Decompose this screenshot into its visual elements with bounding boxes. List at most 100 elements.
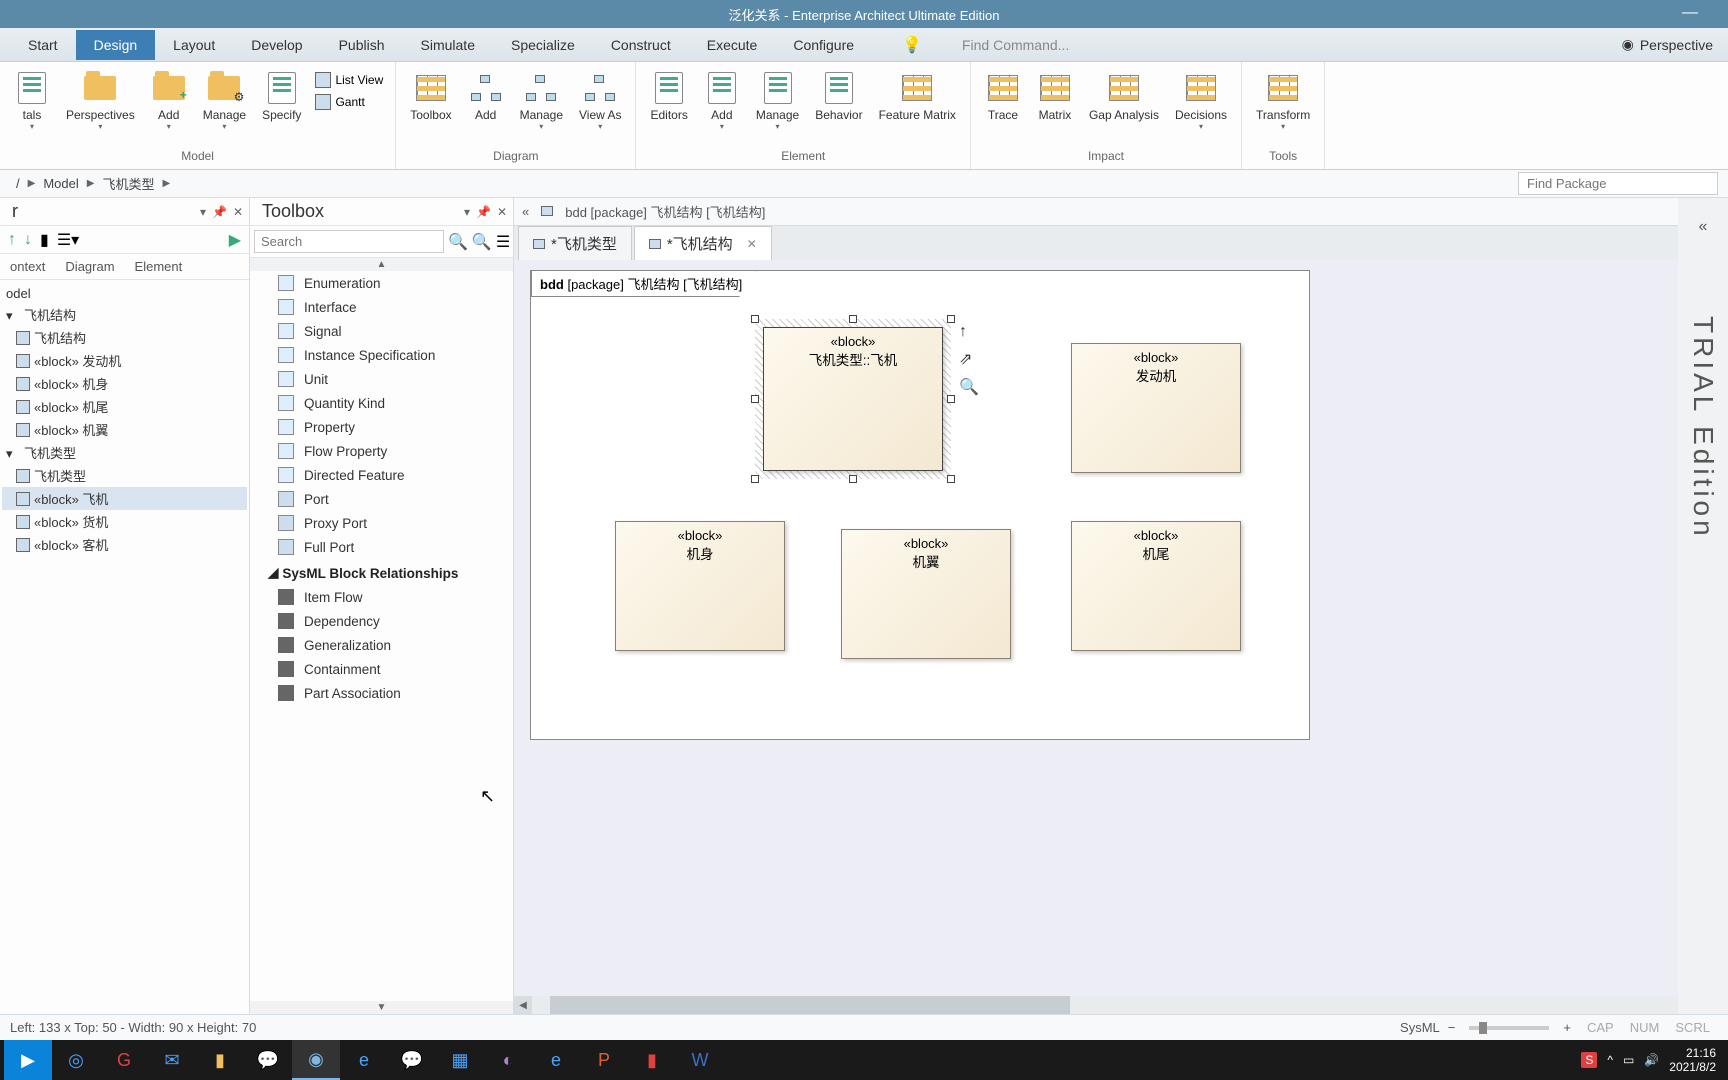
tree-item[interactable]: «block» 机身 <box>2 372 247 395</box>
taskbar-pdf[interactable]: ▮ <box>628 1040 676 1080</box>
ribbon-diagram-manage[interactable]: Manage▾ <box>512 66 571 135</box>
menu-execute[interactable]: Execute <box>689 30 776 60</box>
ribbon-element-manage[interactable]: Manage▾ <box>748 66 807 135</box>
toolbox-item[interactable]: Port <box>250 487 513 511</box>
dropdown-icon[interactable]: ▾ <box>464 205 470 219</box>
ribbon-specify[interactable]: Specify <box>254 66 309 126</box>
taskbar-explorer[interactable]: ▮ <box>196 1040 244 1080</box>
toolbox-item[interactable]: Dependency <box>250 609 513 633</box>
down-arrow-icon[interactable]: ↓ <box>24 231 32 249</box>
breadcrumb-seg-1[interactable]: Model <box>37 176 84 191</box>
toolbox-item[interactable]: Containment <box>250 657 513 681</box>
horizontal-scrollbar[interactable]: ◀ <box>514 996 1710 1014</box>
block-wing[interactable]: «block» 机翼 <box>841 529 1011 659</box>
ribbon-editors[interactable]: Editors <box>642 66 695 126</box>
block-fuselage[interactable]: «block» 机身 <box>615 521 785 651</box>
menu-construct[interactable]: Construct <box>593 30 689 60</box>
dropdown-icon[interactable]: ▾ <box>200 205 206 219</box>
diagram-tab[interactable]: *飞机类型 <box>518 226 632 260</box>
close-icon[interactable]: ✕ <box>497 205 507 219</box>
ribbon-diagram-add[interactable]: Add <box>460 66 512 126</box>
toolbox-item[interactable]: Interface <box>250 295 513 319</box>
filter-icon[interactable]: 🔍 <box>472 232 492 252</box>
menu-icon[interactable]: ☰ <box>496 232 510 252</box>
new-icon[interactable]: ▮ <box>40 230 49 250</box>
taskbar-powerpoint[interactable]: P <box>580 1040 628 1080</box>
menu-layout[interactable]: Layout <box>155 30 233 60</box>
taskbar-app[interactable]: ◎ <box>52 1040 100 1080</box>
ribbon-toolbox[interactable]: Toolbox <box>402 66 459 126</box>
toolbox-item[interactable]: Item Flow <box>250 585 513 609</box>
ribbon-matrix[interactable]: Matrix <box>1029 66 1081 126</box>
toolbox-item[interactable]: Unit <box>250 367 513 391</box>
canvas-wrap[interactable]: bdd [package] 飞机结构 [飞机结构] «block» 飞机类型::… <box>514 260 1728 1014</box>
ribbon-gap-analysis[interactable]: Gap Analysis <box>1081 66 1167 126</box>
toolbox-item[interactable]: Property <box>250 415 513 439</box>
menu-icon[interactable]: ☰▾ <box>57 230 79 250</box>
menu-simulate[interactable]: Simulate <box>403 30 493 60</box>
pin-icon[interactable]: 📌 <box>476 205 491 219</box>
taskbar-app[interactable]: ▦ <box>436 1040 484 1080</box>
ribbon-view-as[interactable]: View As▾ <box>571 66 629 135</box>
taskbar-ie[interactable]: e <box>532 1040 580 1080</box>
block-plane[interactable]: «block» 飞机类型::飞机 <box>763 327 943 471</box>
up-arrow-icon[interactable]: ↑ <box>8 231 16 249</box>
ribbon-list-view[interactable]: List View <box>309 70 389 90</box>
tree-root[interactable]: odel <box>2 284 247 303</box>
breadcrumb-root[interactable]: / <box>10 176 26 191</box>
taskbar-app[interactable]: ▶ <box>4 1040 52 1080</box>
taskbar-app[interactable]: G <box>100 1040 148 1080</box>
pin-icon[interactable]: 📌 <box>212 205 227 219</box>
ribbon-element-add[interactable]: Add▾ <box>696 66 748 135</box>
tree-item[interactable]: «block» 发动机 <box>2 349 247 372</box>
toolbox-item[interactable]: Part Association <box>250 681 513 705</box>
ribbon-behavior[interactable]: Behavior <box>807 66 870 126</box>
taskbar-wechat[interactable]: 💬 <box>244 1040 292 1080</box>
zoom-icon[interactable]: 🔍 <box>959 377 979 397</box>
perspective-button[interactable]: ◉ Perspective <box>1622 36 1713 53</box>
tray-arrow-icon[interactable]: ^ <box>1607 1053 1613 1067</box>
ribbon-decisions[interactable]: Decisions▾ <box>1167 66 1235 135</box>
tree-item[interactable]: ▾飞机结构 <box>2 303 247 326</box>
block-tail[interactable]: «block» 机尾 <box>1071 521 1241 651</box>
browser-tab-context[interactable]: ontext <box>0 255 55 278</box>
toolbox-item[interactable]: Directed Feature <box>250 463 513 487</box>
clock[interactable]: 21:16 2021/8/2 <box>1669 1046 1716 1075</box>
diagram-tab-active[interactable]: *飞机结构✕ <box>634 226 772 260</box>
zoom-slider[interactable] <box>1469 1026 1549 1030</box>
taskbar-app[interactable]: ◐ <box>484 1040 532 1080</box>
tree-item[interactable]: ▾飞机类型 <box>2 441 247 464</box>
link-icon[interactable]: ⇗ <box>959 349 979 369</box>
search-icon[interactable]: 🔍 <box>448 232 468 252</box>
ribbon-feature-matrix[interactable]: Feature Matrix <box>871 66 964 126</box>
toolbox-item[interactable]: Quantity Kind <box>250 391 513 415</box>
tree-item[interactable]: 飞机类型 <box>2 464 247 487</box>
toolbox-item[interactable]: Proxy Port <box>250 511 513 535</box>
ribbon-model-add[interactable]: Add▾ <box>143 66 195 135</box>
taskbar-edge[interactable]: e <box>340 1040 388 1080</box>
breadcrumb-seg-2[interactable]: 飞机类型 <box>96 174 160 193</box>
ime-icon[interactable]: S <box>1581 1052 1597 1068</box>
expand-left-icon[interactable]: « <box>1699 218 1708 236</box>
tree-item[interactable]: «block» 客机 <box>2 533 247 556</box>
taskbar-app[interactable]: 💬 <box>388 1040 436 1080</box>
tree-item[interactable]: 飞机结构 <box>2 326 247 349</box>
menu-configure[interactable]: Configure <box>775 30 872 60</box>
ribbon-trace[interactable]: Trace <box>977 66 1029 126</box>
toolbox-heading[interactable]: ◢SysML Block Relationships <box>250 559 513 585</box>
menu-design[interactable]: Design <box>76 30 156 60</box>
browser-tab-diagram[interactable]: Diagram <box>55 255 124 278</box>
taskbar-mail[interactable]: ✉ <box>148 1040 196 1080</box>
scroll-down-icon[interactable]: ▼ <box>250 1001 513 1014</box>
network-icon[interactable]: ▭ <box>1623 1053 1634 1067</box>
play-icon[interactable]: ▶ <box>229 230 241 250</box>
find-package-input[interactable] <box>1518 172 1718 195</box>
find-command-input[interactable]: Find Command... <box>962 37 1162 53</box>
taskbar-word[interactable]: W <box>676 1040 724 1080</box>
arrow-up-icon[interactable]: ↑ <box>959 323 979 341</box>
ribbon-model-manage[interactable]: Manage▾ <box>195 66 254 135</box>
toolbox-search-input[interactable] <box>254 230 444 253</box>
menu-start[interactable]: Start <box>10 30 76 60</box>
menu-specialize[interactable]: Specialize <box>493 30 593 60</box>
minimize-button[interactable]: — <box>1682 4 1698 22</box>
